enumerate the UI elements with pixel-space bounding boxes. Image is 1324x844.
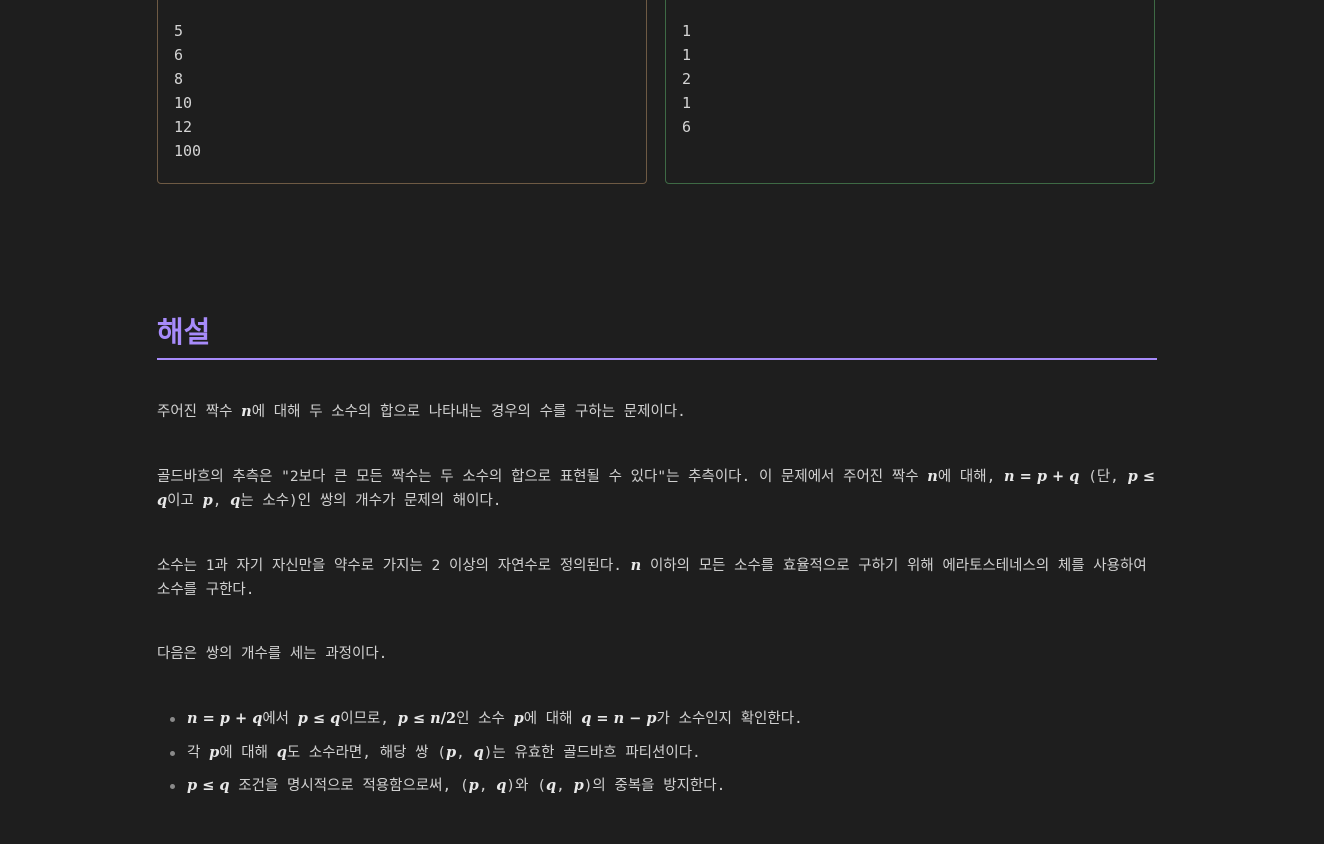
output-line: 6 <box>682 118 692 136</box>
math-op: + <box>229 710 253 727</box>
solution-bullet-list: n = p + q에서 p ≤ q이므로, p ≤ n/2인 소수 p에 대해 … <box>157 707 1157 808</box>
math-var: p <box>219 710 230 727</box>
input-line: 10 <box>174 94 193 112</box>
math-var: q <box>157 492 168 509</box>
text-span: 에 대해 <box>523 711 582 727</box>
input-line: 8 <box>174 70 184 88</box>
text-span: 각 <box>187 744 210 761</box>
solution-paragraph-1: 주어진 짝수 n에 대해 두 소수의 합으로 나타내는 경우의 수를 구하는 문… <box>157 400 1157 424</box>
text-span: , <box>456 744 474 761</box>
math-op: ≤ <box>1137 468 1155 485</box>
math-op: ≤ <box>307 710 331 727</box>
text-span: 도 소수라면, 해당 쌍 ( <box>286 744 446 761</box>
math-var: p <box>513 710 524 727</box>
math-var: n <box>613 710 625 727</box>
math-var: p <box>646 710 657 727</box>
output-line: 2 <box>682 70 692 88</box>
text-span: , <box>478 778 497 794</box>
math-var: p <box>1127 468 1138 485</box>
text-span: 골드바흐의 추측은 "2보다 큰 모든 짝수는 두 소수의 합으로 표현될 수 … <box>157 469 928 485</box>
text-span: 인 소수 <box>456 711 514 727</box>
heading-divider <box>157 358 1157 360</box>
math-var: p <box>209 743 220 761</box>
math-var: q <box>1069 468 1080 485</box>
solution-paragraph-4: 다음은 쌍의 개수를 세는 과정이다. <box>157 646 388 662</box>
math-op: ≤ <box>197 777 220 794</box>
math-var: n <box>430 710 441 727</box>
math-var: p <box>202 492 213 509</box>
text-span: 조건을 명시적으로 적용함으로써, ( <box>229 778 469 794</box>
math-var: n <box>1004 468 1015 485</box>
list-item: p ≤ q 조건을 명시적으로 적용함으로써, (p, q)와 (q, p)의 … <box>157 774 1157 808</box>
text-span: 주어진 짝수 <box>157 404 242 420</box>
text-span: 이고 <box>167 493 203 509</box>
text-span: 에 대해 <box>219 744 277 761</box>
example-input-box: 5 6 8 10 12 100 <box>157 0 647 184</box>
text-span: 에 대해, <box>937 469 1005 485</box>
input-line: 6 <box>174 46 184 64</box>
math-var: q <box>545 777 557 794</box>
text-span: )는 유효한 골드바흐 파티션이다. <box>483 744 701 761</box>
math-var: n <box>927 468 938 485</box>
math-var: q <box>473 743 484 761</box>
math-var: p <box>468 777 479 794</box>
output-line: 1 <box>682 46 692 64</box>
text-span: , <box>212 493 231 509</box>
example-output-box: 1 1 2 1 6 <box>665 0 1155 184</box>
math-op: = <box>197 710 220 727</box>
output-line: 1 <box>682 22 692 40</box>
text-span: 는 소수)인 쌍의 개수가 문제의 해이다. <box>240 493 502 509</box>
math-var: p <box>445 743 457 761</box>
math-var: q <box>330 710 341 727</box>
text-span: 에서 <box>262 711 298 727</box>
math-var: n <box>630 557 642 574</box>
math-var: p <box>397 710 408 727</box>
input-line: 100 <box>174 142 202 160</box>
text-span: 소수는 1과 자기 자신만을 약수로 가지는 2 이상의 자연수로 정의된다. <box>157 558 631 574</box>
math-var: p <box>297 710 308 727</box>
math-var: q <box>496 777 507 794</box>
text-span: )의 중복을 방지한다. <box>583 778 726 794</box>
math-var: q <box>276 743 287 761</box>
math-var: n <box>187 710 198 727</box>
math-var: n <box>241 403 252 420</box>
math-op: ≤ <box>407 710 431 727</box>
math-op: − <box>624 710 647 727</box>
math-var: p <box>187 777 198 794</box>
solution-paragraph-2: 골드바흐의 추측은 "2보다 큰 모든 짝수는 두 소수의 합으로 표현될 수 … <box>157 465 1157 513</box>
math-op: = <box>1014 468 1037 485</box>
text-span: , <box>556 778 574 794</box>
text-span: 에 대해 두 소수의 합으로 나타내는 경우의 수를 구하는 문제이다. <box>251 404 686 420</box>
output-line: 1 <box>682 94 692 112</box>
text-span: (단, <box>1079 469 1128 485</box>
math-var: q <box>252 710 263 727</box>
input-line: 5 <box>174 22 184 40</box>
math-op: + <box>1046 468 1070 485</box>
list-item: n = p + q에서 p ≤ q이므로, p ≤ n/2인 소수 p에 대해 … <box>157 707 1157 741</box>
list-item: 각 p에 대해 q도 소수라면, 해당 쌍 (p, q)는 유효한 골드바흐 파… <box>157 741 1157 775</box>
text-span: )와 ( <box>506 778 546 794</box>
math-var: q <box>230 492 241 509</box>
math-var: p <box>573 777 584 794</box>
text-span: 가 소수인지 확인한다. <box>656 711 803 727</box>
text-span: 이므로, <box>340 711 398 727</box>
math-op: = <box>591 710 614 727</box>
math-var: q <box>581 710 592 727</box>
math-num: 2 <box>446 710 457 727</box>
solution-paragraph-3: 소수는 1과 자기 자신만을 약수로 가지는 2 이상의 자연수로 정의된다. … <box>157 554 1157 602</box>
solution-heading: 해설 <box>157 315 211 349</box>
math-var: p <box>1036 468 1047 485</box>
input-line: 12 <box>174 118 193 136</box>
math-var: q <box>219 777 230 794</box>
